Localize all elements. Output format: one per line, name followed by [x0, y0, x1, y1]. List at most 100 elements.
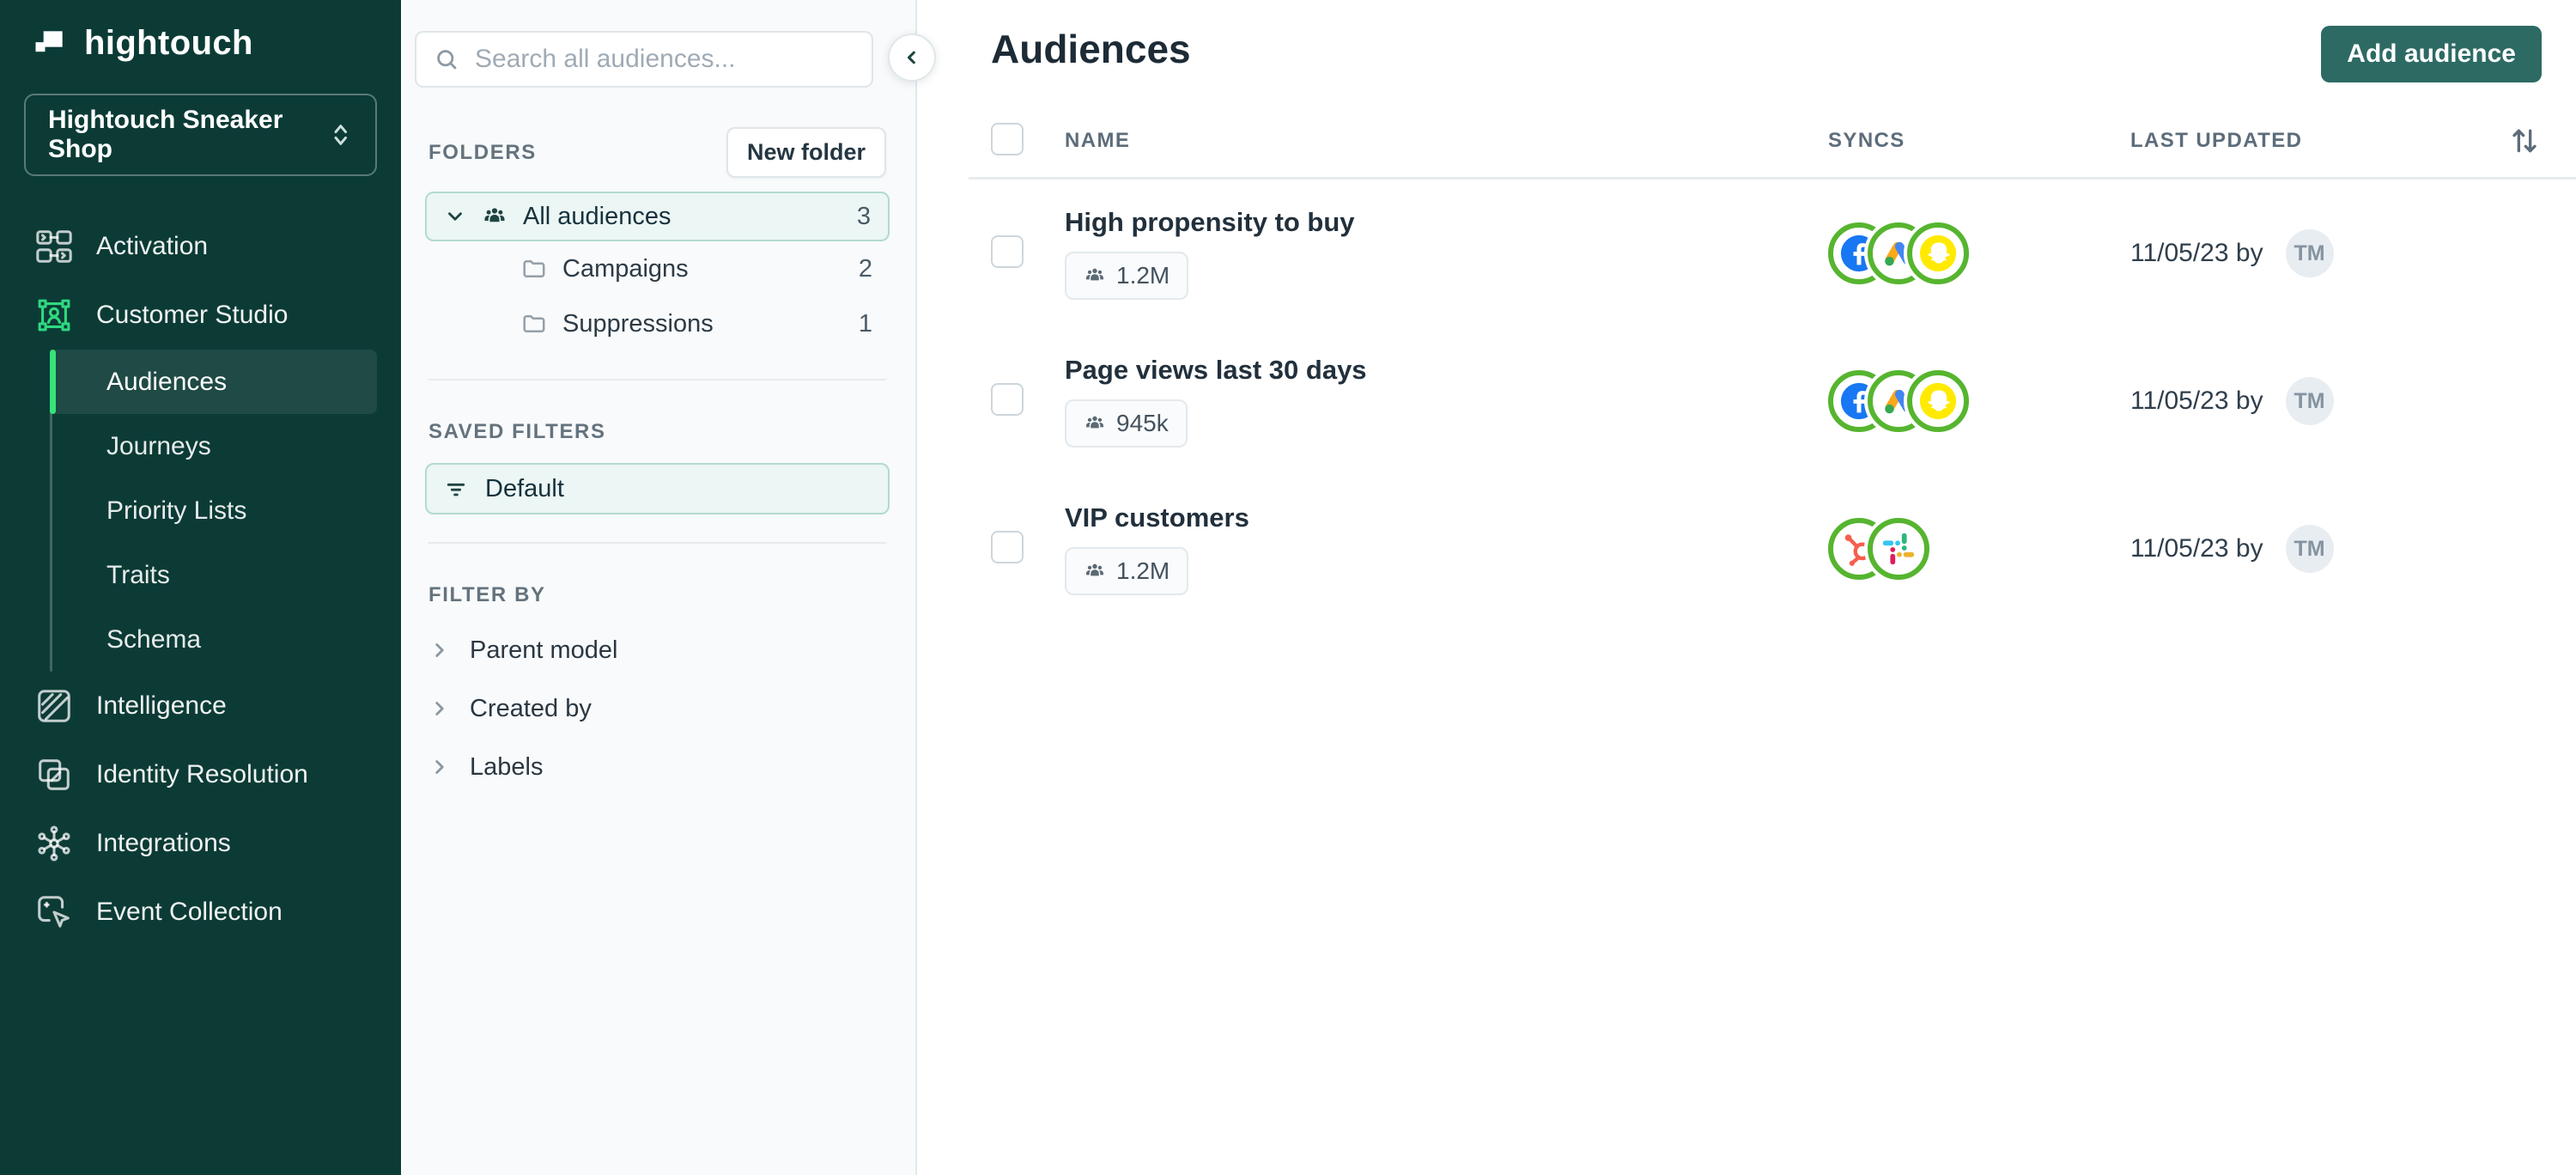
syncs-cell: [1828, 518, 2130, 580]
integrations-icon: [34, 824, 74, 863]
sidebar-item-label: Event Collection: [96, 898, 283, 926]
sidebar-item-priority-lists[interactable]: Priority Lists: [50, 478, 377, 543]
sidebar-item-schema[interactable]: Schema: [50, 607, 377, 672]
filter-by-label: Labels: [470, 752, 544, 781]
avatar[interactable]: TM: [2285, 229, 2334, 277]
filter-by-section-head: FILTER BY: [428, 583, 886, 607]
folders-heading: FOLDERS: [428, 140, 537, 164]
sidebar-item-label: Integrations: [96, 829, 231, 857]
main-content: Audiences Add audience NAME SYNCS LAST U…: [917, 0, 2576, 1175]
sidebar-item-intelligence[interactable]: Intelligence: [24, 672, 377, 740]
saved-filter-label: Default: [485, 474, 564, 502]
audience-name-link[interactable]: High propensity to buy: [1065, 207, 1355, 238]
filter-by-created-by[interactable]: Created by: [428, 679, 898, 738]
sidebar-item-activation[interactable]: Activation: [24, 212, 377, 281]
sidebar-item-customer-studio[interactable]: Customer Studio: [24, 281, 377, 350]
sidebar-item-audiences[interactable]: Audiences: [50, 350, 377, 414]
people-icon: [1086, 416, 1103, 429]
sidebar-item-label: Identity Resolution: [96, 760, 308, 788]
folders-section-head: FOLDERS New folder: [428, 127, 886, 178]
slack-sync-icon[interactable]: [1868, 518, 1929, 580]
chevron-down-icon[interactable]: [444, 205, 466, 228]
folder-icon: [523, 315, 545, 332]
panel-divider: [428, 542, 886, 544]
audience-size: 945k: [1116, 410, 1169, 436]
folder-count: 3: [856, 202, 871, 230]
main-header: Audiences Add audience: [991, 26, 2542, 82]
new-folder-button[interactable]: New folder: [726, 127, 886, 178]
row-checkbox[interactable]: [991, 530, 1024, 563]
sidebar-item-journeys[interactable]: Journeys: [50, 414, 377, 478]
filter-by-parent-model[interactable]: Parent model: [428, 621, 898, 679]
folder-item-suppressions[interactable]: Suppressions 1: [425, 296, 890, 351]
saved-filters-section-head: SAVED FILTERS: [428, 420, 886, 444]
audience-size: 1.2M: [1116, 262, 1170, 289]
audience-filter-panel: FOLDERS New folder All audiences 3: [401, 0, 936, 1175]
panel-divider: [428, 379, 886, 381]
sidebar-item-event-collection[interactable]: Event Collection: [24, 878, 377, 947]
audience-name-link[interactable]: Page views last 30 days: [1065, 355, 1367, 386]
chevron-up-down-icon: [334, 125, 348, 145]
column-header-syncs[interactable]: SYNCS: [1828, 129, 2130, 153]
search-box: [415, 31, 873, 88]
chevron-left-icon: [907, 51, 915, 64]
syncs-cell: [1828, 222, 2130, 284]
customer-studio-subnav: Audiences Journeys Priority Lists Traits…: [50, 350, 377, 672]
folder-item-all-audiences[interactable]: All audiences 3: [425, 192, 890, 241]
last-updated-cell: 11/05/23 by TM: [2130, 377, 2495, 425]
row-checkbox[interactable]: [991, 234, 1024, 268]
row-checkbox[interactable]: [991, 382, 1024, 416]
filter-icon: [447, 483, 465, 496]
sidebar-item-integrations[interactable]: Integrations: [24, 809, 377, 878]
column-header-name[interactable]: NAME: [1065, 129, 1828, 153]
last-updated-text: 11/05/23 by: [2130, 534, 2263, 563]
workspace-name: Hightouch Sneaker Shop: [48, 106, 283, 163]
folder-label: All audiences: [523, 202, 671, 230]
filter-by-labels[interactable]: Labels: [428, 738, 898, 796]
collapse-panel-button[interactable]: [888, 33, 936, 82]
column-header-last-updated[interactable]: LAST UPDATED: [2130, 129, 2495, 153]
table-header: NAME SYNCS LAST UPDATED: [991, 122, 2542, 160]
audience-size-badge: 945k: [1065, 399, 1188, 447]
sidebar-item-label: Intelligence: [96, 691, 227, 720]
customer-studio-icon: [34, 295, 74, 335]
sort-button[interactable]: [2507, 122, 2542, 160]
snapchat-sync-icon[interactable]: [1907, 222, 1969, 284]
snapchat-sync-icon[interactable]: [1907, 370, 1969, 432]
people-icon: [484, 208, 505, 222]
folder-item-campaigns[interactable]: Campaigns 2: [425, 241, 890, 296]
folder-count: 1: [858, 309, 872, 338]
audience-size: 1.2M: [1116, 557, 1170, 584]
table-row: Page views last 30 days 945k 11/05/23 by…: [991, 327, 2542, 475]
avatar[interactable]: TM: [2285, 377, 2334, 425]
search-icon: [437, 50, 457, 70]
audience-name-link[interactable]: VIP customers: [1065, 502, 1249, 533]
last-updated-cell: 11/05/23 by TM: [2130, 229, 2495, 277]
add-audience-button[interactable]: Add audience: [2321, 26, 2542, 82]
app-root: hightouch Hightouch Sneaker Shop Activat…: [0, 0, 2576, 1175]
sidebar-item-identity-resolution[interactable]: Identity Resolution: [24, 740, 377, 809]
chevron-right-icon: [435, 760, 444, 774]
syncs-cell: [1828, 370, 2130, 432]
folder-icon: [523, 260, 545, 277]
table-row: High propensity to buy 1.2M 11/05/23 by …: [991, 180, 2542, 327]
sidebar-item-label: Customer Studio: [96, 301, 289, 329]
search-input[interactable]: [473, 44, 854, 75]
intelligence-icon: [34, 686, 74, 726]
chevron-right-icon: [435, 702, 444, 715]
sidebar-nav: Activation Customer Studio Audiences Jou…: [24, 212, 377, 947]
filter-by-list: Parent model Created by Labels: [415, 621, 898, 796]
subnav-item-label: Journeys: [106, 431, 211, 460]
sidebar-item-traits[interactable]: Traits: [50, 543, 377, 607]
chevron-right-icon: [435, 643, 444, 657]
select-all-checkbox[interactable]: [991, 122, 1024, 155]
saved-filter-default[interactable]: Default: [425, 463, 890, 514]
avatar[interactable]: TM: [2285, 525, 2334, 573]
sidebar: hightouch Hightouch Sneaker Shop Activat…: [0, 0, 401, 1175]
subnav-item-label: Traits: [106, 560, 170, 589]
hightouch-logo-icon: [35, 30, 63, 52]
hightouch-logo: hightouch: [24, 24, 377, 63]
saved-filters-heading: SAVED FILTERS: [428, 420, 606, 443]
event-collection-icon: [34, 892, 74, 932]
workspace-selector[interactable]: Hightouch Sneaker Shop: [24, 94, 377, 176]
